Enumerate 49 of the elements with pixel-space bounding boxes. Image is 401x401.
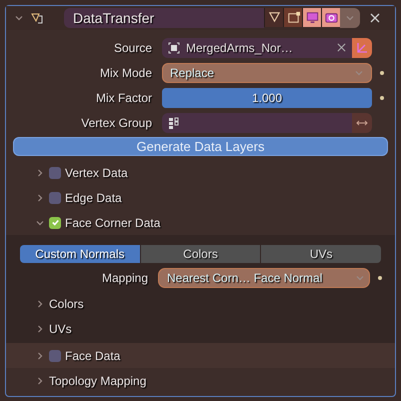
mapping-dropdown[interactable]: Nearest Corn… Face Normal bbox=[158, 268, 370, 288]
monitor-icon bbox=[304, 10, 320, 25]
chevron-right-icon[interactable] bbox=[35, 324, 45, 334]
double-arrow-icon bbox=[355, 118, 369, 128]
tab[interactable]: Colors bbox=[140, 245, 260, 263]
field-label: Mix Mode bbox=[98, 64, 153, 82]
vertex-group-field[interactable] bbox=[162, 112, 352, 132]
triangle-icon bbox=[266, 10, 282, 25]
section-header[interactable]: Edge Data bbox=[65, 188, 122, 206]
invert-button[interactable] bbox=[352, 112, 372, 132]
toggle-button[interactable] bbox=[264, 8, 283, 27]
cage-icon bbox=[286, 10, 300, 25]
mix-mode-dropdown[interactable]: Replace bbox=[162, 62, 372, 82]
toggle-button[interactable] bbox=[283, 8, 302, 27]
tab[interactable]: Custom Normals bbox=[20, 245, 140, 263]
checkbox[interactable] bbox=[49, 192, 61, 204]
vertex-group-icon bbox=[168, 116, 180, 128]
checkbox[interactable] bbox=[49, 166, 61, 178]
chevron-right-icon[interactable] bbox=[35, 298, 45, 308]
axes-icon bbox=[355, 40, 369, 54]
field-value: MergedArms_Nor… bbox=[186, 40, 294, 56]
field-label: Mapping bbox=[100, 270, 149, 287]
section-header[interactable]: Topology Mapping bbox=[49, 372, 146, 390]
name-field[interactable]: DataTransfer bbox=[64, 8, 264, 28]
toggle-button[interactable] bbox=[302, 8, 321, 27]
object-icon bbox=[168, 42, 180, 54]
close-icon[interactable] bbox=[337, 43, 346, 52]
toggle-button[interactable] bbox=[321, 8, 340, 27]
section-header[interactable]: UVs bbox=[49, 320, 72, 338]
chevron-right-icon[interactable] bbox=[35, 350, 45, 360]
object-field[interactable]: MergedArms_Nor… bbox=[162, 38, 352, 58]
section-header[interactable]: Face Corner Data bbox=[65, 214, 160, 232]
field-label: Vertex Group bbox=[80, 114, 153, 132]
dropdown-button[interactable] bbox=[340, 8, 360, 28]
section-header[interactable]: Vertex Data bbox=[65, 164, 128, 182]
section-header[interactable]: Colors bbox=[49, 294, 84, 312]
checkbox[interactable] bbox=[49, 216, 61, 228]
section-header[interactable]: Face Data bbox=[65, 346, 120, 364]
close-icon[interactable] bbox=[370, 13, 380, 23]
field-label: Mix Factor bbox=[94, 90, 153, 106]
tab[interactable]: UVs bbox=[261, 245, 382, 263]
field-label: Source bbox=[112, 40, 153, 56]
chevron-down-icon[interactable] bbox=[14, 13, 24, 23]
slider-track[interactable]: 1.000 bbox=[162, 88, 372, 108]
checkbox[interactable] bbox=[49, 350, 61, 362]
chevron-right-icon[interactable] bbox=[35, 168, 45, 178]
chevron-right-icon[interactable] bbox=[35, 192, 45, 202]
modifier-icon bbox=[30, 11, 44, 25]
chevron-right-icon[interactable] bbox=[35, 376, 45, 386]
